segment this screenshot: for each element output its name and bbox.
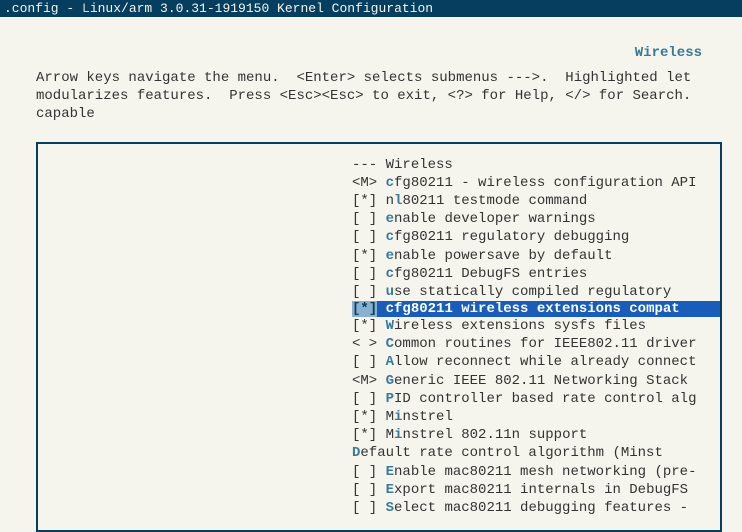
section-label: Wireless	[0, 45, 742, 61]
item-label: fg80211 - wireless configuration API	[394, 175, 696, 191]
hotkey: u	[386, 284, 394, 300]
menu-item[interactable]: [ ] Select mac80211 debugging features -	[352, 499, 720, 517]
menu-header: --- Wireless	[352, 156, 720, 174]
menu-item[interactable]: [ ] use statically compiled regulatory	[352, 283, 720, 301]
hotkey: c	[386, 175, 394, 191]
item-label: nstrel	[402, 409, 452, 425]
item-label: nable powersave by default	[394, 248, 612, 264]
item-label: llow reconnect while already connect	[394, 354, 696, 370]
checkbox-prefix[interactable]: [ ]	[352, 354, 377, 370]
hotkey: G	[386, 373, 394, 389]
title-prefix: .config -	[4, 1, 82, 16]
title-rest: inux/arm 3.0.31-1919150 Kernel Configura…	[90, 1, 433, 16]
hotkey: A	[386, 354, 394, 370]
title-highlight: L	[82, 1, 90, 16]
menu-frame: --- Wireless <M> cfg80211 - wireless con…	[36, 142, 722, 532]
title-bar: .config - Linux/arm 3.0.31-1919150 Kerne…	[0, 0, 742, 17]
menu-item[interactable]: [ ] Export mac80211 internals in DebugFS	[352, 481, 720, 499]
menu-item[interactable]: [ ] Enable mac80211 mesh networking (pre…	[352, 463, 720, 481]
menu-item[interactable]: < > Common routines for IEEE802.11 drive…	[352, 335, 720, 353]
help-text: Arrow keys navigate the menu. <Enter> se…	[0, 61, 742, 126]
item-label: eneric IEEE 802.11 Networking Stack	[394, 373, 688, 389]
menu-item[interactable]: [ ] PID controller based rate control al…	[352, 390, 720, 408]
menu-item[interactable]: [ ] enable developer warnings	[352, 210, 720, 228]
menu-item-selected[interactable]: [*] cfg80211 wireless extensions compat	[352, 301, 720, 317]
item-label: se statically compiled regulatory	[394, 284, 671, 300]
item-label: elect mac80211 debugging features -	[394, 500, 688, 516]
checkbox-prefix[interactable]: [ ]	[352, 482, 377, 498]
checkbox-prefix[interactable]: <M>	[352, 373, 377, 389]
item-label: nstrel 802.11n support	[402, 427, 587, 443]
hotkey: C	[386, 336, 394, 352]
item-label: ommon routines for IEEE802.11 driver	[394, 336, 696, 352]
checkbox-prefix[interactable]: [ ]	[352, 211, 377, 227]
item-label: fg80211 regulatory debugging	[394, 229, 629, 245]
hotkey: W	[386, 318, 394, 334]
hotkey: c	[386, 266, 394, 282]
item-label: ireless extensions sysfs files	[394, 318, 646, 334]
item-label: ID controller based rate control alg	[394, 391, 696, 407]
checkbox-prefix[interactable]: [ ]	[352, 500, 377, 516]
hotkey: e	[386, 248, 394, 264]
checkbox-prefix[interactable]: [*]	[352, 318, 377, 334]
hotkey: S	[386, 500, 394, 516]
item-label: efault rate control algorithm (Minst	[360, 445, 662, 461]
checkbox-prefix[interactable]: [*]	[352, 427, 377, 443]
hotkey: e	[386, 211, 394, 227]
menu-item[interactable]: [*] nl80211 testmode command	[352, 192, 720, 210]
menu-item[interactable]: <M> Generic IEEE 802.11 Networking Stack	[352, 372, 720, 390]
checkbox-prefix[interactable]: [*]	[352, 248, 377, 264]
checkbox-prefix[interactable]: [ ]	[352, 391, 377, 407]
item-label: fg80211 DebugFS entries	[394, 266, 587, 282]
checkbox-prefix[interactable]: [*]	[352, 193, 377, 209]
item-label: 80211 testmode command	[402, 193, 587, 209]
menu-item[interactable]: [ ] cfg80211 regulatory debugging	[352, 228, 720, 246]
checkbox-prefix[interactable]: [*]	[352, 409, 377, 425]
menu-item[interactable]: [ ] Allow reconnect while already connec…	[352, 353, 720, 371]
menu-item[interactable]: [*] Minstrel 802.11n support	[352, 426, 720, 444]
item-label: nable developer warnings	[394, 211, 596, 227]
menu-item[interactable]: <M> cfg80211 - wireless configuration AP…	[352, 174, 720, 192]
menu-item[interactable]: Default rate control algorithm (Minst	[352, 444, 720, 462]
checkbox-prefix[interactable]: [ ]	[352, 284, 377, 300]
checkbox-prefix[interactable]: [ ]	[352, 266, 377, 282]
item-label: xport mac80211 internals in DebugFS	[394, 482, 688, 498]
menu-content[interactable]: --- Wireless <M> cfg80211 - wireless con…	[38, 156, 720, 518]
item-label: nable mac80211 mesh networking (pre-	[394, 464, 696, 480]
menu-item[interactable]: [*] Minstrel	[352, 408, 720, 426]
menu-item[interactable]: [*] Wireless extensions sysfs files	[352, 317, 720, 335]
hotkey: c	[386, 229, 394, 245]
hotkey: P	[386, 391, 394, 407]
hotkey: E	[386, 464, 394, 480]
checkbox-prefix[interactable]: [ ]	[352, 464, 377, 480]
menu-item[interactable]: [ ] cfg80211 DebugFS entries	[352, 265, 720, 283]
hotkey: E	[386, 482, 394, 498]
menu-item[interactable]: [*] enable powersave by default	[352, 247, 720, 265]
checkbox-prefix[interactable]: <M>	[352, 175, 377, 191]
checkbox-selected[interactable]: [*]	[352, 301, 377, 317]
checkbox-prefix[interactable]: < >	[352, 336, 377, 352]
checkbox-prefix[interactable]: [ ]	[352, 229, 377, 245]
